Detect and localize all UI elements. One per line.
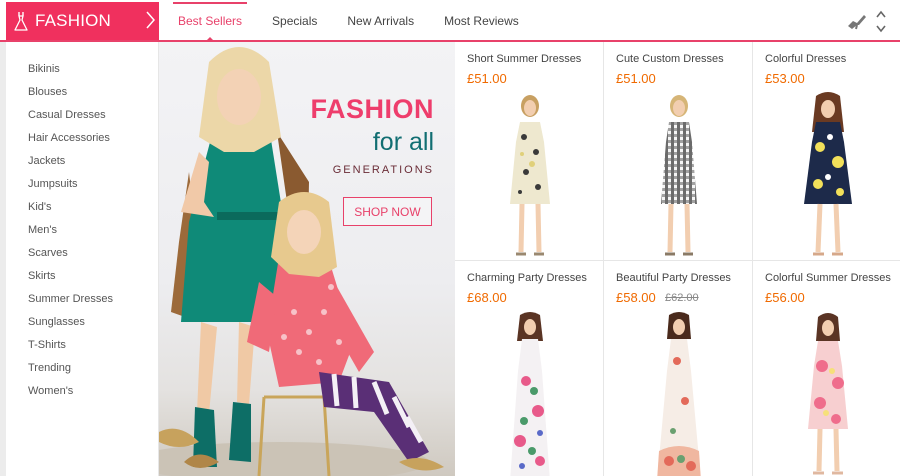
product-name[interactable]: Short Summer Dresses [467, 53, 595, 65]
category-trending[interactable]: Trending [6, 357, 158, 380]
shop-now-button[interactable]: SHOP NOW [343, 197, 432, 226]
top-navigation-bar: FASHION Best Sellers Specials New Arriva… [0, 0, 900, 42]
product-image[interactable] [629, 92, 729, 261]
tab-specials[interactable]: Specials [257, 2, 332, 40]
product-price: £53.00 [765, 71, 805, 86]
product-price: £58.00 [616, 290, 656, 305]
category-blouses[interactable]: Blouses [6, 81, 158, 104]
category-mens[interactable]: Men's [6, 219, 158, 242]
product-image[interactable] [480, 92, 580, 261]
product-card[interactable]: Cute Custom Dresses £51.00 [604, 42, 753, 261]
tab-best-sellers[interactable]: Best Sellers [163, 2, 257, 42]
product-card[interactable]: Colorful Dresses £53.00 [753, 42, 900, 261]
category-skirts[interactable]: Skirts [6, 265, 158, 288]
product-image[interactable] [629, 311, 729, 476]
product-image[interactable] [778, 92, 878, 261]
chevron-right-icon [146, 11, 155, 29]
product-card[interactable]: Beautiful Party Dresses £58.00 £62.00 [604, 261, 753, 476]
tab-new-arrivals[interactable]: New Arrivals [332, 2, 429, 40]
product-card[interactable]: Colorful Summer Dresses £56.00 [753, 261, 900, 476]
product-card[interactable]: Short Summer Dresses £51.00 [455, 42, 604, 261]
product-name[interactable]: Colorful Summer Dresses [765, 272, 893, 284]
category-sidebar: Bikinis Blouses Casual Dresses Hair Acce… [6, 42, 159, 476]
category-casual-dresses[interactable]: Casual Dresses [6, 104, 158, 127]
category-jackets[interactable]: Jackets [6, 150, 158, 173]
banner-title: FASHION [310, 94, 434, 124]
product-tabs: Best Sellers Specials New Arrivals Most … [163, 2, 534, 42]
category-jumpsuits[interactable]: Jumpsuits [6, 173, 158, 196]
promo-banner[interactable]: FASHION for all GENERATIONS SHOP NOW [159, 42, 455, 476]
dress-icon [14, 12, 28, 31]
product-price: £51.00 [467, 71, 507, 86]
category-hair-accessories[interactable]: Hair Accessories [6, 127, 158, 150]
shoe-icon[interactable] [846, 12, 868, 30]
product-name[interactable]: Charming Party Dresses [467, 272, 595, 284]
category-kids[interactable]: Kid's [6, 196, 158, 219]
product-price: £51.00 [616, 71, 656, 86]
category-t-shirts[interactable]: T-Shirts [6, 334, 158, 357]
category-summer-dresses[interactable]: Summer Dresses [6, 288, 158, 311]
product-image[interactable] [480, 311, 580, 476]
product-price: £56.00 [765, 290, 805, 305]
banner-tagline: GENERATIONS [332, 164, 434, 176]
product-card[interactable]: Charming Party Dresses £68.00 [455, 261, 604, 476]
chevron-up-icon[interactable] [876, 10, 886, 18]
product-image[interactable] [778, 311, 878, 476]
product-old-price: £62.00 [665, 292, 699, 304]
category-bikinis[interactable]: Bikinis [6, 58, 158, 81]
product-name[interactable]: Beautiful Party Dresses [616, 272, 744, 284]
category-womens[interactable]: Women's [6, 380, 158, 403]
product-price: £68.00 [467, 290, 507, 305]
chevron-down-icon[interactable] [876, 25, 886, 33]
category-sunglasses[interactable]: Sunglasses [6, 311, 158, 334]
product-name[interactable]: Cute Custom Dresses [616, 53, 744, 65]
category-menu-button[interactable]: FASHION [6, 2, 159, 40]
tab-most-reviews[interactable]: Most Reviews [429, 2, 534, 40]
product-grid: Short Summer Dresses £51.00 Cute Custom … [455, 42, 900, 476]
category-menu-title: FASHION [35, 11, 112, 30]
category-scarves[interactable]: Scarves [6, 242, 158, 265]
product-name[interactable]: Colorful Dresses [765, 53, 893, 65]
banner-subtitle: for all [372, 128, 434, 156]
